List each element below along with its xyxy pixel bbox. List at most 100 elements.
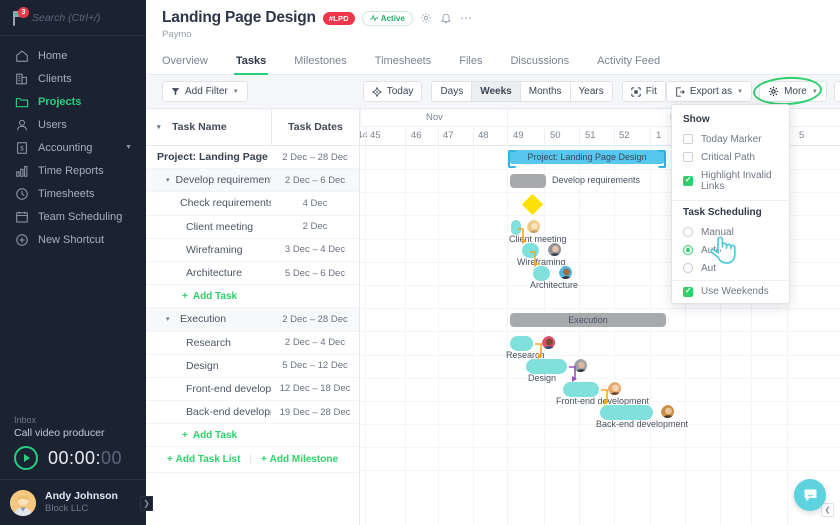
- sidebar-item-clients[interactable]: Clients: [0, 67, 146, 90]
- paymo-logo-icon: ✓ 3: [10, 6, 29, 27]
- task-list-panel: ▾ Task Name Task Dates Project: Landing …: [146, 109, 360, 525]
- week-label: 52: [619, 130, 630, 141]
- gear-icon[interactable]: [420, 12, 433, 25]
- zoom-months-button[interactable]: Months: [520, 81, 571, 102]
- menu-item-auto-alt[interactable]: Aut: [672, 259, 789, 277]
- collapse-icon[interactable]: ▾: [166, 176, 170, 184]
- project-title-row: Landing Page Design #LPD Active ⋯: [162, 9, 840, 27]
- sidebar-item-accounting[interactable]: $ Accounting ▼: [0, 136, 146, 159]
- tab-timesheets[interactable]: Timesheets: [375, 49, 431, 74]
- sidebar: ✓ 3 Home Clients: [0, 0, 188, 525]
- radio[interactable]: [683, 263, 693, 273]
- checkbox[interactable]: [683, 152, 693, 162]
- gantt-bar-summary-develop-requirements[interactable]: [510, 174, 546, 188]
- week-label: 1: [656, 130, 662, 141]
- checkbox[interactable]: [683, 134, 693, 144]
- table-row[interactable]: Wireframing 3 Dec – 4 Dec: [146, 239, 359, 262]
- menu-item-critical-path[interactable]: Critical Path: [672, 148, 789, 166]
- week-label: 48: [478, 130, 489, 141]
- table-row[interactable]: Research 2 Dec – 4 Dec: [146, 332, 359, 355]
- dropdown-section-task-scheduling: Task Scheduling: [683, 207, 762, 218]
- checkbox-checked[interactable]: [683, 175, 693, 186]
- column-label: Task Name: [172, 121, 227, 133]
- table-row[interactable]: ▾ Execution 2 Dec – 28 Dec: [146, 308, 359, 332]
- add-task-list-button[interactable]: + Add Task List: [167, 454, 240, 465]
- tab-discussions[interactable]: Discussions: [510, 49, 569, 74]
- more-button[interactable]: More ▼: [759, 81, 827, 102]
- add-filter-button[interactable]: Add Filter ▼: [162, 81, 248, 102]
- table-row[interactable]: Back-end development 19 Dec – 28 Dec: [146, 401, 359, 425]
- table-row[interactable]: Architecture 5 Dec – 6 Dec: [146, 262, 359, 286]
- tab-tasks[interactable]: Tasks: [233, 49, 269, 75]
- table-row[interactable]: Front-end development 12 Dec – 18 Dec: [146, 378, 359, 402]
- chevron-down-icon[interactable]: ▼: [125, 144, 132, 151]
- add-task-button[interactable]: + Add Task: [146, 430, 271, 441]
- table-row[interactable]: ▾ Develop requirements 2 Dec – 6 Dec: [146, 169, 359, 193]
- checkbox-checked[interactable]: [683, 286, 693, 297]
- table-row[interactable]: Client meeting 2 Dec: [146, 216, 359, 239]
- project-code-badge: #LPD: [322, 11, 355, 25]
- sidebar-item-time-reports[interactable]: Time Reports: [0, 159, 146, 182]
- zoom-years-button[interactable]: Years: [570, 81, 613, 102]
- sidebar-user-card[interactable]: Andy Johnson Block LLC: [0, 479, 146, 525]
- gantt-toolbar: Add Filter ▼ Today Days Weeks Months Yea…: [146, 75, 840, 304]
- zoom-days-button[interactable]: Days: [431, 81, 473, 102]
- add-task-button[interactable]: + Add Task: [146, 291, 271, 302]
- sidebar-search-row[interactable]: ✓ 3: [0, 0, 188, 36]
- status-badge[interactable]: Active: [361, 10, 413, 26]
- task-name: Check requirements: [180, 197, 271, 210]
- radio[interactable]: [683, 227, 693, 237]
- table-row-add-task[interactable]: + Add Task: [146, 285, 359, 309]
- collapse-icon[interactable]: ▾: [166, 315, 174, 323]
- task-dates: 2 Dec – 28 Dec: [282, 313, 348, 325]
- task-name: Execution: [180, 313, 227, 326]
- gantt-milestone-check-requirements[interactable]: [521, 193, 544, 216]
- sidebar-label: Time Reports: [38, 164, 104, 177]
- table-row[interactable]: Design 5 Dec – 12 Dec: [146, 355, 359, 378]
- task-dates: 2 Dec: [302, 221, 328, 233]
- tab-files[interactable]: Files: [459, 49, 482, 74]
- add-milestone-button[interactable]: + Add Milestone: [261, 454, 338, 465]
- menu-item-auto[interactable]: Auto: [672, 241, 789, 259]
- menu-item-today-marker[interactable]: Today Marker: [672, 130, 789, 148]
- tab-overview[interactable]: Overview: [162, 49, 208, 74]
- table-row[interactable]: Check requirements 4 Dec: [146, 192, 359, 216]
- task-dates: 2 Dec – 4 Dec: [284, 337, 346, 349]
- sidebar-item-users[interactable]: Users: [0, 113, 146, 136]
- table-row-add-task[interactable]: + Add Task: [146, 424, 359, 448]
- tab-milestones[interactable]: Milestones: [294, 49, 347, 74]
- status-label: Active: [380, 13, 405, 23]
- more-options-icon[interactable]: ⋯: [460, 11, 473, 25]
- columns-button[interactable]: ▼: [833, 81, 840, 102]
- tab-activity-feed[interactable]: Activity Feed: [597, 49, 660, 74]
- today-button[interactable]: Today: [362, 81, 423, 102]
- column-header-task-dates[interactable]: Task Dates: [271, 109, 359, 145]
- chat-support-button[interactable]: [794, 479, 826, 511]
- menu-item-highlight-invalid-links[interactable]: Highlight Invalid Links: [672, 166, 789, 195]
- sidebar-item-home[interactable]: Home: [0, 44, 146, 67]
- column-header-task-name[interactable]: ▾ Task Name: [146, 109, 271, 145]
- sidebar-collapse-button[interactable]: ❯: [140, 496, 153, 511]
- sidebar-item-projects[interactable]: Projects: [0, 90, 146, 113]
- menu-item-manual[interactable]: Manual: [672, 223, 789, 241]
- gantt-bar-summary-execution[interactable]: Execution: [510, 313, 666, 327]
- inbox-task-name[interactable]: Call video producer: [14, 427, 146, 439]
- zoom-weeks-button[interactable]: Weeks: [472, 81, 521, 102]
- collapse-all-icon[interactable]: ▾: [157, 123, 165, 131]
- fit-button[interactable]: Fit: [621, 81, 666, 102]
- play-timer-button[interactable]: [14, 446, 38, 470]
- export-as-button[interactable]: Export as ▼: [665, 81, 753, 102]
- chevron-down-icon: ▼: [232, 88, 239, 95]
- sidebar-item-timesheets[interactable]: Timesheets: [0, 182, 146, 205]
- sidebar-item-new-shortcut[interactable]: New Shortcut: [0, 228, 146, 251]
- gantt-bar-project[interactable]: Project: Landing Page Design: [508, 150, 666, 168]
- menu-item-use-weekends[interactable]: Use Weekends: [672, 281, 789, 303]
- gear-icon: [768, 86, 779, 97]
- horizontal-scroll-left-button[interactable]: ❮: [821, 503, 834, 517]
- sidebar-item-team-scheduling[interactable]: Team Scheduling: [0, 205, 146, 228]
- radio-selected[interactable]: [683, 245, 693, 255]
- table-row[interactable]: Project: Landing Page Design 2 Dec – 28 …: [146, 146, 359, 170]
- timer-hm: 00:00:: [48, 447, 102, 468]
- bell-icon[interactable]: [440, 12, 453, 25]
